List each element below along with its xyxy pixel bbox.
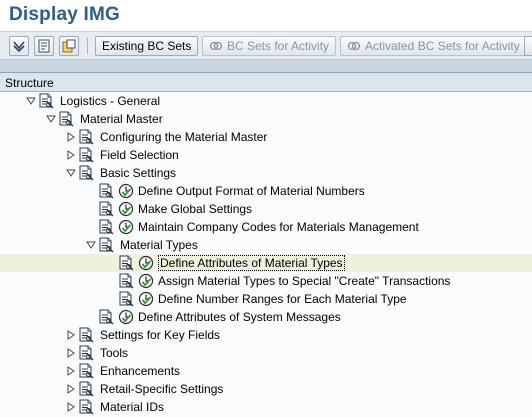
tree-node[interactable]: Field Selection [0,146,532,164]
tree-node[interactable]: Material Types [0,236,532,254]
tree-node[interactable]: Define Number Ranges for Each Material T… [0,290,532,308]
img-document-icon[interactable] [78,129,94,145]
tree-node-label[interactable]: Basic Settings [100,166,176,180]
clock-execute-icon[interactable] [138,255,154,271]
triangle-down-icon[interactable] [46,114,56,124]
tree-node-label[interactable]: Configuring the Material Master [100,130,267,144]
img-structure-tree: Structure Logistics - General Material Ma… [0,72,532,417]
tree-node[interactable]: Define Attributes of Material Types [0,254,532,272]
window-title: Display IMG [9,4,120,25]
activated-bc-sets-label: Activated BC Sets for Activity [365,39,520,53]
tree-node-label[interactable]: Material Master [80,112,163,126]
img-document-icon[interactable] [78,399,94,415]
img-document-icon[interactable] [98,183,114,199]
img-document-icon[interactable] [98,237,114,253]
bc-set-icon [347,41,361,51]
tree-node-label[interactable]: Settings for Key Fields [100,328,220,342]
tree-node[interactable]: Maintain Company Codes for Materials Man… [0,218,532,236]
img-document-icon[interactable] [78,327,94,343]
toolbar-separator [87,38,88,54]
tree-node[interactable]: Tools [0,344,532,362]
clock-execute-icon[interactable] [118,183,134,199]
header-band [0,60,532,72]
activated-bc-sets-button[interactable]: Activated BC Sets for Activity [340,36,527,56]
tree-node-label[interactable]: Define Attributes of Material Types [158,255,345,271]
triangle-right-icon[interactable] [66,150,76,160]
note-icon-button[interactable] [34,36,54,56]
tree-node-label[interactable]: Enhancements [100,364,180,378]
tree-node-label[interactable]: Define Attributes of System Messages [138,310,341,324]
tree-node[interactable]: Assign Material Types to Special "Create… [0,272,532,290]
triangle-right-icon[interactable] [66,384,76,394]
clock-execute-icon[interactable] [138,291,154,307]
title-bar: Display IMG [0,0,532,32]
clock-execute-icon[interactable] [118,219,134,235]
application-toolbar: Existing BC Sets BC Sets for Activity Ac… [0,32,532,60]
tree-node-label[interactable]: Maintain Company Codes for Materials Man… [138,220,419,234]
clock-execute-icon[interactable] [118,201,134,217]
img-document-icon[interactable] [118,291,134,307]
release-notes-icon [62,39,76,53]
release-notes-icon-button[interactable] [59,36,79,56]
clock-execute-icon[interactable] [138,273,154,289]
img-document-icon[interactable] [78,381,94,397]
tree-node-label[interactable]: Make Global Settings [138,202,252,216]
tree-node-label[interactable]: Assign Material Types to Special "Create… [158,274,450,288]
tree-node-label[interactable]: Logistics - General [60,94,160,108]
tree-node[interactable]: Define Output Format of Material Numbers [0,182,532,200]
tree-rows: Logistics - General Material Master Config… [0,92,532,416]
triangle-right-icon[interactable] [66,132,76,142]
structure-column-label: Structure [5,76,54,90]
img-document-icon[interactable] [98,309,114,325]
img-document-icon[interactable] [78,345,94,361]
triangle-right-icon[interactable] [66,330,76,340]
triangle-down-icon[interactable] [86,240,96,250]
toolbar-overflow-button[interactable] [524,36,532,56]
img-document-icon[interactable] [98,201,114,217]
tree-node[interactable]: Define Attributes of System Messages [0,308,532,326]
find-icon [13,41,25,53]
triangle-down-icon[interactable] [26,96,36,106]
tree-node[interactable]: Configuring the Material Master [0,128,532,146]
tree-node-label[interactable]: Retail-Specific Settings [100,382,223,396]
img-document-icon[interactable] [78,165,94,181]
triangle-right-icon[interactable] [66,366,76,376]
bc-set-icon [209,41,223,51]
bc-sets-for-activity-button[interactable]: BC Sets for Activity [202,36,337,56]
tree-node-label[interactable]: Material IDs [100,400,164,414]
tree-node[interactable]: Material IDs [0,398,532,416]
tree-node-label[interactable]: Material Types [120,238,198,252]
tree-node[interactable]: Retail-Specific Settings [0,380,532,398]
tree-node[interactable]: Settings for Key Fields [0,326,532,344]
tree-node[interactable]: Logistics - General [0,92,532,110]
existing-bc-sets-label: Existing BC Sets [102,39,192,53]
triangle-down-icon[interactable] [66,168,76,178]
tree-column-header: Structure [0,73,532,92]
bc-sets-for-activity-label: BC Sets for Activity [227,39,330,53]
find-icon-button[interactable] [9,36,29,56]
img-document-icon[interactable] [78,363,94,379]
img-document-icon[interactable] [118,255,134,271]
img-document-icon[interactable] [98,219,114,235]
tree-node-label[interactable]: Tools [100,346,128,360]
tree-node[interactable]: Enhancements [0,362,532,380]
img-document-icon[interactable] [58,111,74,127]
tree-node-label[interactable]: Define Output Format of Material Numbers [138,184,365,198]
triangle-right-icon[interactable] [66,402,76,412]
tree-node[interactable]: Basic Settings [0,164,532,182]
note-icon [38,39,50,53]
triangle-right-icon[interactable] [66,348,76,358]
img-document-icon[interactable] [78,147,94,163]
tree-node[interactable]: Material Master [0,110,532,128]
clock-execute-icon[interactable] [118,309,134,325]
tree-node-label[interactable]: Define Number Ranges for Each Material T… [158,292,407,306]
img-document-icon[interactable] [38,93,54,109]
existing-bc-sets-button[interactable]: Existing BC Sets [95,36,199,56]
img-document-icon[interactable] [118,273,134,289]
tree-node[interactable]: Make Global Settings [0,200,532,218]
tree-node-label[interactable]: Field Selection [100,148,179,162]
